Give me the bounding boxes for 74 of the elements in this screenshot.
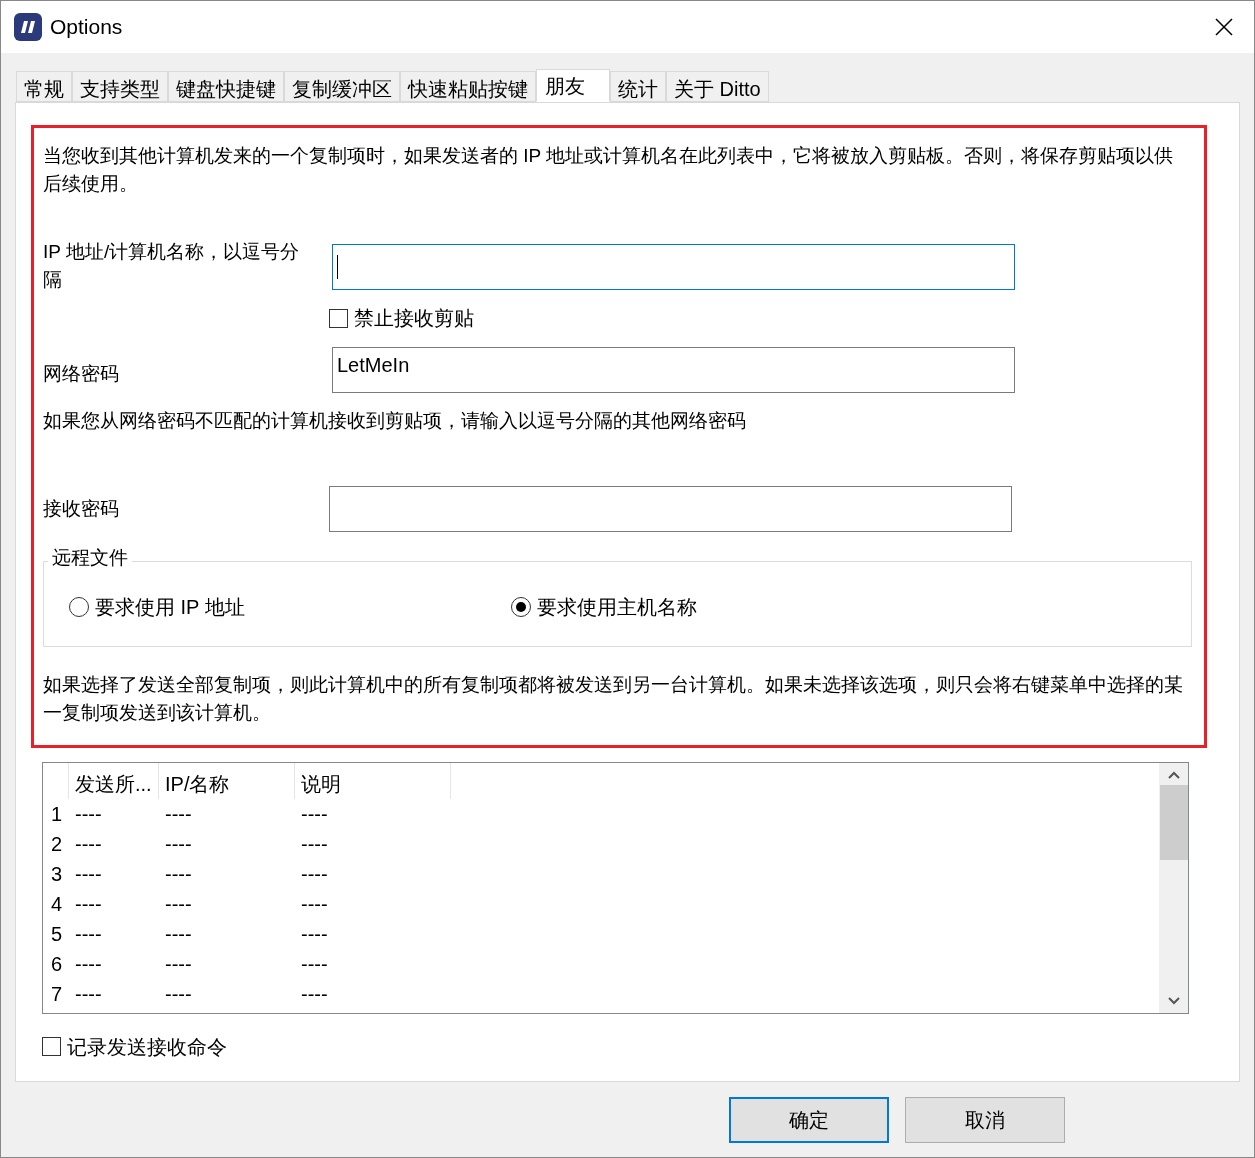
disable-receive-checkbox[interactable]: 禁止接收剪贴 <box>329 303 474 333</box>
table-cell-text: ---- <box>164 981 193 1007</box>
close-icon[interactable] <box>1215 18 1233 36</box>
radio-option[interactable]: 要求使用 IP 地址 <box>69 591 511 622</box>
column-header[interactable]: 发送所... <box>69 762 159 799</box>
table-cell-text: ---- <box>300 921 329 947</box>
checkbox[interactable] <box>42 1037 61 1056</box>
tab[interactable]: 复制缓冲区 <box>284 71 400 102</box>
table-row[interactable]: 6 ---- ---- ---- <box>43 948 1159 979</box>
table-cell-text: ---- <box>300 891 329 917</box>
table-row[interactable]: 5 ---- ---- ---- <box>43 918 1159 949</box>
table-cell-text: ---- <box>74 921 103 947</box>
radio-option[interactable]: 要求使用主机名称 <box>511 591 697 622</box>
table-cell-text: ---- <box>74 951 103 977</box>
table-cell-text: ---- <box>300 981 329 1007</box>
network-password-field[interactable]: LetMeIn <box>332 347 1015 393</box>
row-number: 7 <box>50 981 64 1007</box>
table-cell-text: ---- <box>74 981 103 1007</box>
field-label: 接收密码 <box>43 497 120 522</box>
scrollbar-thumb[interactable] <box>1159 784 1188 860</box>
table-cell-text: ---- <box>300 801 329 827</box>
field-label: IP 地址/计算机名称，以逗号分隔 <box>43 240 301 292</box>
table-cell-text: ---- <box>74 891 103 917</box>
table-row[interactable]: 7 ---- ---- ---- <box>43 978 1159 1009</box>
table-cell-text: ---- <box>74 801 103 827</box>
tab[interactable]: 支持类型 <box>72 71 168 102</box>
table-cell-text: ---- <box>164 861 193 887</box>
table-cell-text: ---- <box>74 831 103 857</box>
ip-field[interactable] <box>332 244 1015 290</box>
table-row[interactable]: 4 ---- ---- ---- <box>43 888 1159 919</box>
table-cell-text: ---- <box>300 861 329 887</box>
window-title: Options <box>50 14 123 41</box>
tab[interactable]: 朋友 <box>536 69 610 102</box>
text-cursor <box>337 255 338 279</box>
note-text: 如果选择了发送全部复制项，则此计算机中的所有复制项都将被发送到另一台计算机。如果未选择该选项，则只会将右键菜单中选择的某一复制项发送到该计算机。 <box>43 672 1184 725</box>
tab[interactable]: 常规 <box>16 71 72 102</box>
table-cell-text: ---- <box>164 801 193 827</box>
table-cell-text: ---- <box>164 951 193 977</box>
scrollbar[interactable] <box>1159 762 1188 1013</box>
table-cell-text: ---- <box>164 921 193 947</box>
radio-button[interactable] <box>511 596 531 617</box>
group-title: 远程文件 <box>48 545 132 570</box>
app-icon <box>14 13 42 41</box>
column-header[interactable]: 说明 <box>295 762 451 799</box>
row-number: 4 <box>50 891 64 917</box>
tab[interactable]: 关于 Ditto <box>666 71 769 102</box>
table-row[interactable]: 2 ---- ---- ---- <box>43 828 1159 859</box>
row-number: 6 <box>50 951 64 977</box>
intro-text: 当您收到其他计算机发来的一个复制项时，如果发送者的 IP 地址或计算机名在此列表中，它将被放入剪贴板。否则，将保存剪贴项以供后续使用。 <box>43 144 1175 196</box>
scroll-down-icon[interactable] <box>1167 996 1180 1005</box>
table-row[interactable]: 1 ---- ---- ---- <box>43 798 1159 829</box>
row-number: 5 <box>50 921 64 947</box>
dialog-button[interactable]: 取消 <box>905 1097 1065 1143</box>
checkbox[interactable] <box>329 308 348 328</box>
table-row[interactable]: 3 ---- ---- ---- <box>43 858 1159 889</box>
table-cell-text: ---- <box>164 891 193 917</box>
row-number: 2 <box>50 831 64 857</box>
table-cell-text: ---- <box>300 831 329 857</box>
note-text: 如果您从网络密码不匹配的计算机接收到剪贴项，请输入以逗号分隔的其他网络密码 <box>43 409 747 433</box>
receive-password-field[interactable] <box>329 485 1012 532</box>
radio-button[interactable] <box>69 596 89 617</box>
tab[interactable]: 快速粘贴按键 <box>400 71 536 102</box>
tab[interactable]: 键盘快捷键 <box>168 71 284 102</box>
row-number: 3 <box>50 861 64 887</box>
row-number: 1 <box>50 801 64 827</box>
dialog-button[interactable]: 确定 <box>729 1097 889 1143</box>
table-cell-text: ---- <box>164 831 193 857</box>
field-label: 网络密码 <box>43 361 120 386</box>
tab[interactable]: 统计 <box>610 71 666 102</box>
column-header[interactable]: IP/名称 <box>159 762 295 799</box>
table-cell-text: ---- <box>300 951 329 977</box>
log-commands-checkbox[interactable]: 记录发送接收命令 <box>42 1031 227 1062</box>
table-cell-text: ---- <box>74 861 103 887</box>
scroll-up-icon[interactable] <box>1167 770 1180 779</box>
